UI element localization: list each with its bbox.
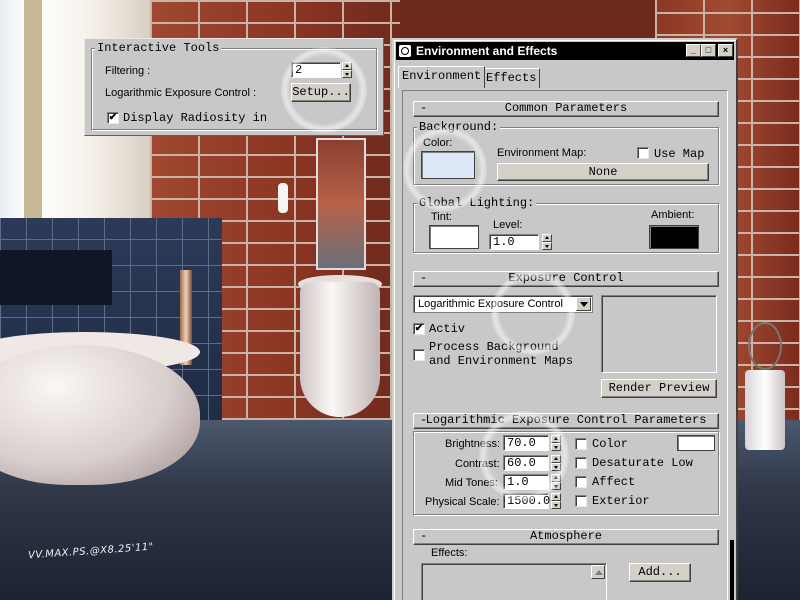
background-color-swatch[interactable]	[421, 151, 475, 179]
rollout-title: Atmosphere	[529, 529, 602, 543]
spin-down-icon[interactable]	[551, 482, 561, 490]
exposure-type-dropdown[interactable]: Logarithmic Exposure Control	[413, 295, 593, 313]
interactive-tools-panel: Interactive Tools Filtering : 2 Logarith…	[84, 38, 384, 136]
tint-label: Tint:	[431, 211, 452, 223]
spin-down-icon[interactable]	[551, 463, 561, 471]
spin-down-icon[interactable]	[542, 242, 552, 250]
contrast-label: Contrast:	[455, 458, 500, 470]
effects-label: Effects:	[431, 547, 468, 559]
close-icon[interactable]: ×	[718, 44, 733, 57]
rollout-exposure-control[interactable]: - Exposure Control	[413, 271, 719, 287]
spin-up-icon[interactable]	[542, 234, 552, 242]
physical-scale-label: Physical Scale:	[425, 496, 500, 508]
filtering-label: Filtering :	[105, 65, 151, 77]
render-preview-button[interactable]: Render Preview	[601, 379, 717, 398]
use-map-checkbox[interactable]	[637, 147, 649, 159]
level-spinner-arrows[interactable]	[542, 234, 552, 250]
rollout-content: - Common Parameters Background: Color: E…	[402, 90, 728, 600]
towel-ring	[748, 322, 782, 370]
level-label: Level:	[493, 219, 523, 231]
exterior-label: Exterior	[592, 494, 650, 508]
tab-effects[interactable]: Effects	[482, 68, 541, 88]
window-titlebar[interactable]: Environment and Effects _ □ ×	[396, 42, 734, 60]
spin-up-icon[interactable]	[551, 474, 561, 482]
pedestal-basin	[300, 282, 380, 417]
brightness-spinner-arrows[interactable]	[551, 435, 561, 451]
log-color-swatch[interactable]	[677, 435, 715, 451]
use-map-label: Use Map	[654, 147, 705, 161]
affect-label: Affect	[592, 475, 636, 489]
active-checkbox[interactable]: ✔	[413, 323, 425, 335]
global-lighting-title: Global Lighting:	[417, 196, 537, 210]
level-spinner[interactable]: 1.0	[489, 234, 539, 250]
desaturate-label: Desaturate Low	[592, 456, 693, 470]
affect-checkbox[interactable]	[575, 476, 587, 488]
add-effect-button[interactable]: Add...	[629, 563, 691, 582]
app-icon	[399, 45, 411, 57]
brightness-spinner[interactable]: 70.0	[503, 435, 549, 451]
rollout-title: Logarithmic Exposure Control Parameters	[425, 413, 707, 427]
window-frame	[24, 0, 42, 230]
spin-up-icon[interactable]	[342, 62, 352, 70]
process-background-label-1: Process Background	[429, 340, 559, 354]
physical-scale-spinner[interactable]: 1500.0	[503, 493, 550, 509]
rollout-common-parameters[interactable]: - Common Parameters	[413, 101, 719, 117]
ambient-label: Ambient:	[651, 209, 695, 221]
process-background-checkbox[interactable]	[413, 349, 425, 361]
rollout-title: Exposure Control	[508, 271, 624, 285]
spin-down-icon[interactable]	[551, 443, 561, 451]
window-scrollbar[interactable]	[730, 100, 736, 600]
desaturate-checkbox[interactable]	[575, 457, 587, 469]
spin-down-icon[interactable]	[551, 501, 561, 509]
spin-up-icon[interactable]	[551, 455, 561, 463]
midtones-label: Mid Tones:	[445, 477, 498, 489]
window-title: Environment and Effects	[416, 44, 558, 58]
minimize-icon[interactable]: _	[686, 44, 701, 57]
log-exposure-label: Logarithmic Exposure Control :	[105, 87, 257, 99]
color-checkbox[interactable]	[575, 438, 587, 450]
exterior-checkbox[interactable]	[575, 495, 587, 507]
tab-environment[interactable]: Environment	[398, 66, 486, 88]
environment-effects-window: Environment and Effects _ □ × Environmen…	[392, 38, 738, 600]
setup-button[interactable]: Setup...	[291, 83, 351, 102]
interactive-tools-title: Interactive Tools	[95, 41, 222, 55]
filtering-spinner-arrows[interactable]	[342, 62, 352, 78]
color-label: Color:	[423, 137, 453, 149]
wall-niche	[0, 250, 112, 305]
rollout-title: Common Parameters	[504, 101, 628, 115]
towel	[745, 370, 785, 450]
rollout-log-exposure-params[interactable]: - Logarithmic Exposure Control Parameter…	[413, 413, 719, 429]
environment-map-none-button[interactable]: None	[497, 163, 709, 181]
spin-up-icon[interactable]	[551, 435, 561, 443]
exposure-preview-area	[601, 295, 717, 373]
tint-color-swatch[interactable]	[429, 225, 479, 249]
effects-list[interactable]	[421, 563, 607, 600]
midtones-spinner[interactable]: 1.0	[503, 474, 549, 490]
environment-map-label: Environment Map:	[497, 147, 587, 159]
brightness-label: Brightness:	[445, 438, 501, 450]
contrast-spinner[interactable]: 60.0	[503, 455, 549, 471]
scrollbar-thumb[interactable]	[730, 540, 734, 600]
color-option-label: Color	[592, 437, 629, 451]
contrast-spinner-arrows[interactable]	[551, 455, 561, 471]
background-group-title: Background:	[417, 120, 501, 134]
ambient-color-swatch[interactable]	[649, 225, 699, 249]
scroll-up-icon[interactable]	[591, 565, 605, 579]
maximize-icon[interactable]: □	[701, 44, 716, 57]
display-radiosity-label: Display Radiosity in	[123, 111, 268, 125]
chevron-down-icon[interactable]	[576, 297, 591, 311]
rollout-atmosphere[interactable]: - Atmosphere	[413, 529, 719, 545]
display-radiosity-checkbox[interactable]: ✔	[107, 112, 119, 124]
active-label: Activ	[429, 322, 466, 336]
midtones-spinner-arrows[interactable]	[551, 474, 561, 490]
physical-scale-spinner-arrows[interactable]	[551, 493, 561, 509]
spin-down-icon[interactable]	[342, 70, 352, 78]
process-background-label-2: and Environment Maps	[429, 354, 574, 368]
filtering-spinner[interactable]: 2	[291, 62, 341, 78]
exposure-type-value: Logarithmic Exposure Control	[418, 298, 563, 310]
spin-up-icon[interactable]	[551, 493, 561, 501]
mirror	[316, 138, 366, 270]
wall-lamp	[278, 183, 288, 213]
